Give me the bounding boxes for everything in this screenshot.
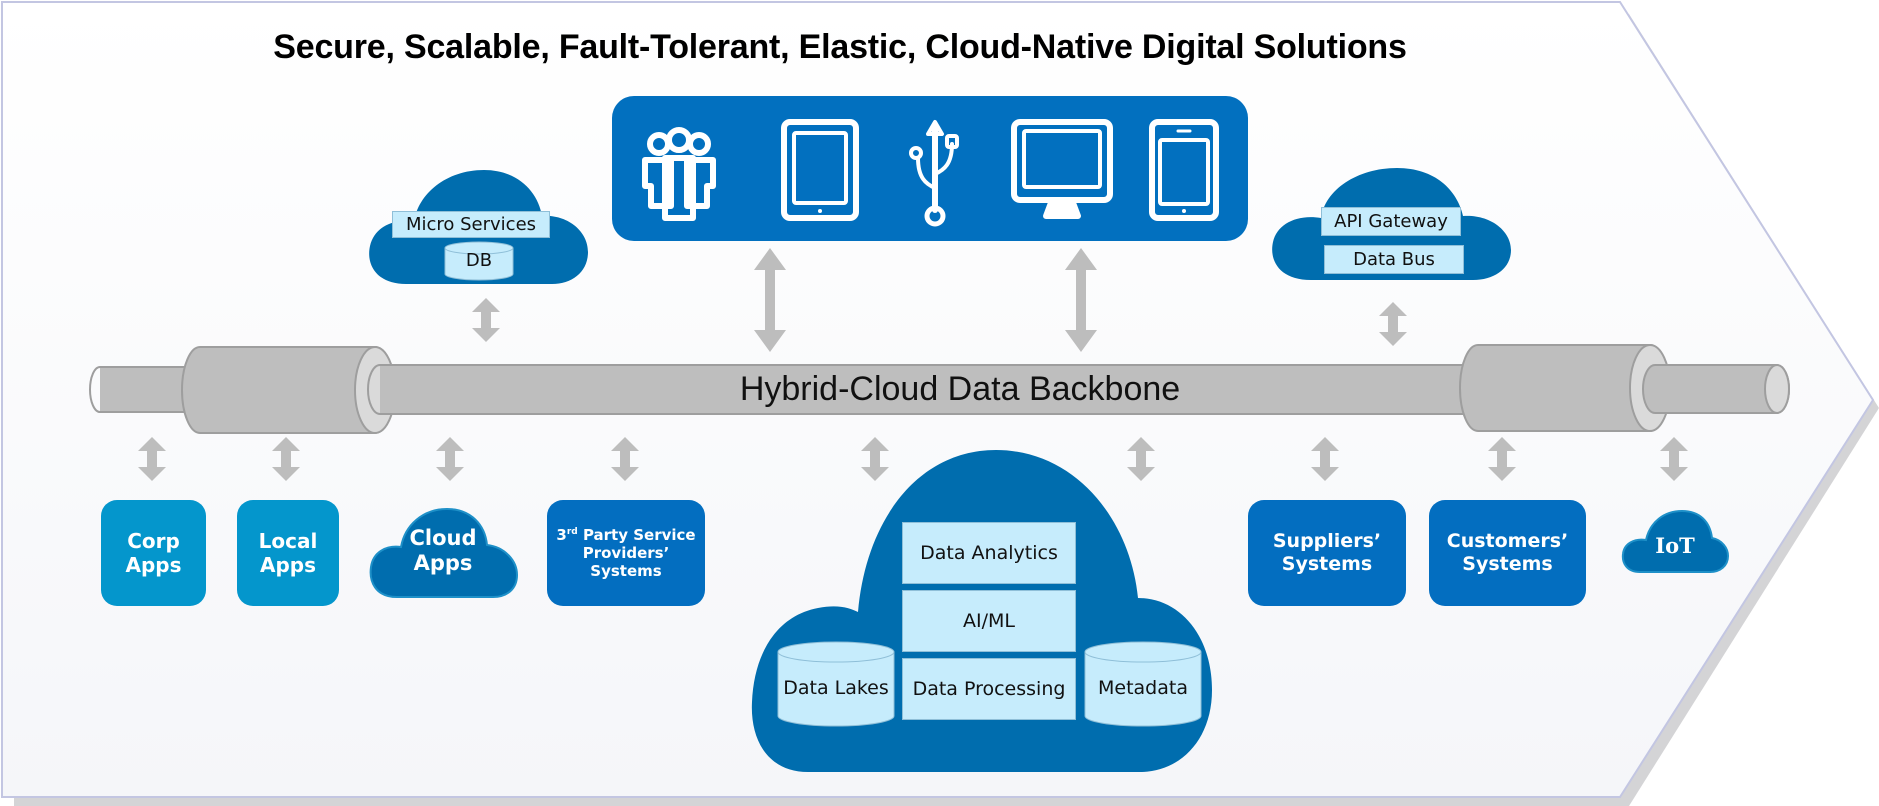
db-label: DB	[465, 250, 493, 271]
data-processing-box: Data Processing	[902, 658, 1076, 720]
third-party-line3: Systems	[590, 562, 662, 580]
third-party-ordinal-suffix: rd	[566, 527, 578, 537]
customers-line2: Systems	[1462, 553, 1553, 575]
third-party-line1: 3rd Party Service	[556, 526, 695, 544]
local-apps-tile: Local Apps	[237, 500, 339, 606]
microservices-label: Micro Services	[392, 211, 550, 238]
backbone-label: Hybrid-Cloud Data Backbone	[739, 370, 1181, 408]
customers-systems-tile: Customers’ Systems	[1429, 500, 1586, 606]
data-bus-label: Data Bus	[1324, 245, 1464, 274]
suppliers-systems-tile: Suppliers’ Systems	[1248, 500, 1406, 606]
corp-apps-tile: Corp Apps	[101, 500, 206, 606]
customers-line1: Customers’	[1446, 530, 1569, 553]
ai-ml-box: AI/ML	[902, 590, 1076, 652]
cloud-apps-label: Cloud Apps	[380, 526, 506, 576]
cloud-apps-line1: Cloud	[409, 526, 477, 550]
third-party-line1-rest: Party Service	[577, 526, 696, 544]
corp-apps-line2: Apps	[125, 553, 182, 577]
iot-label: IoT	[1655, 533, 1695, 558]
third-party-line2: Providers’	[582, 544, 670, 562]
cloud-apps-line2: Apps	[413, 551, 473, 576]
third-party-tile: 3rd Party Service Providers’ Systems	[547, 500, 705, 606]
local-apps-line2: Apps	[259, 553, 316, 577]
data-lakes-label: Data Lakes	[783, 677, 889, 699]
api-gateway-label: API Gateway	[1321, 207, 1461, 236]
corp-apps-line1: Corp	[127, 529, 180, 553]
suppliers-line1: Suppliers’	[1272, 530, 1382, 553]
metadata-label: Metadata	[1098, 677, 1188, 699]
data-analytics-box: Data Analytics	[902, 522, 1076, 584]
suppliers-line2: Systems	[1281, 553, 1373, 575]
architecture-diagram: Secure, Scalable, Fault-Tolerant, Elasti…	[0, 0, 1879, 806]
third-party-ordinal: 3	[556, 526, 567, 544]
local-apps-line1: Local	[258, 529, 318, 553]
